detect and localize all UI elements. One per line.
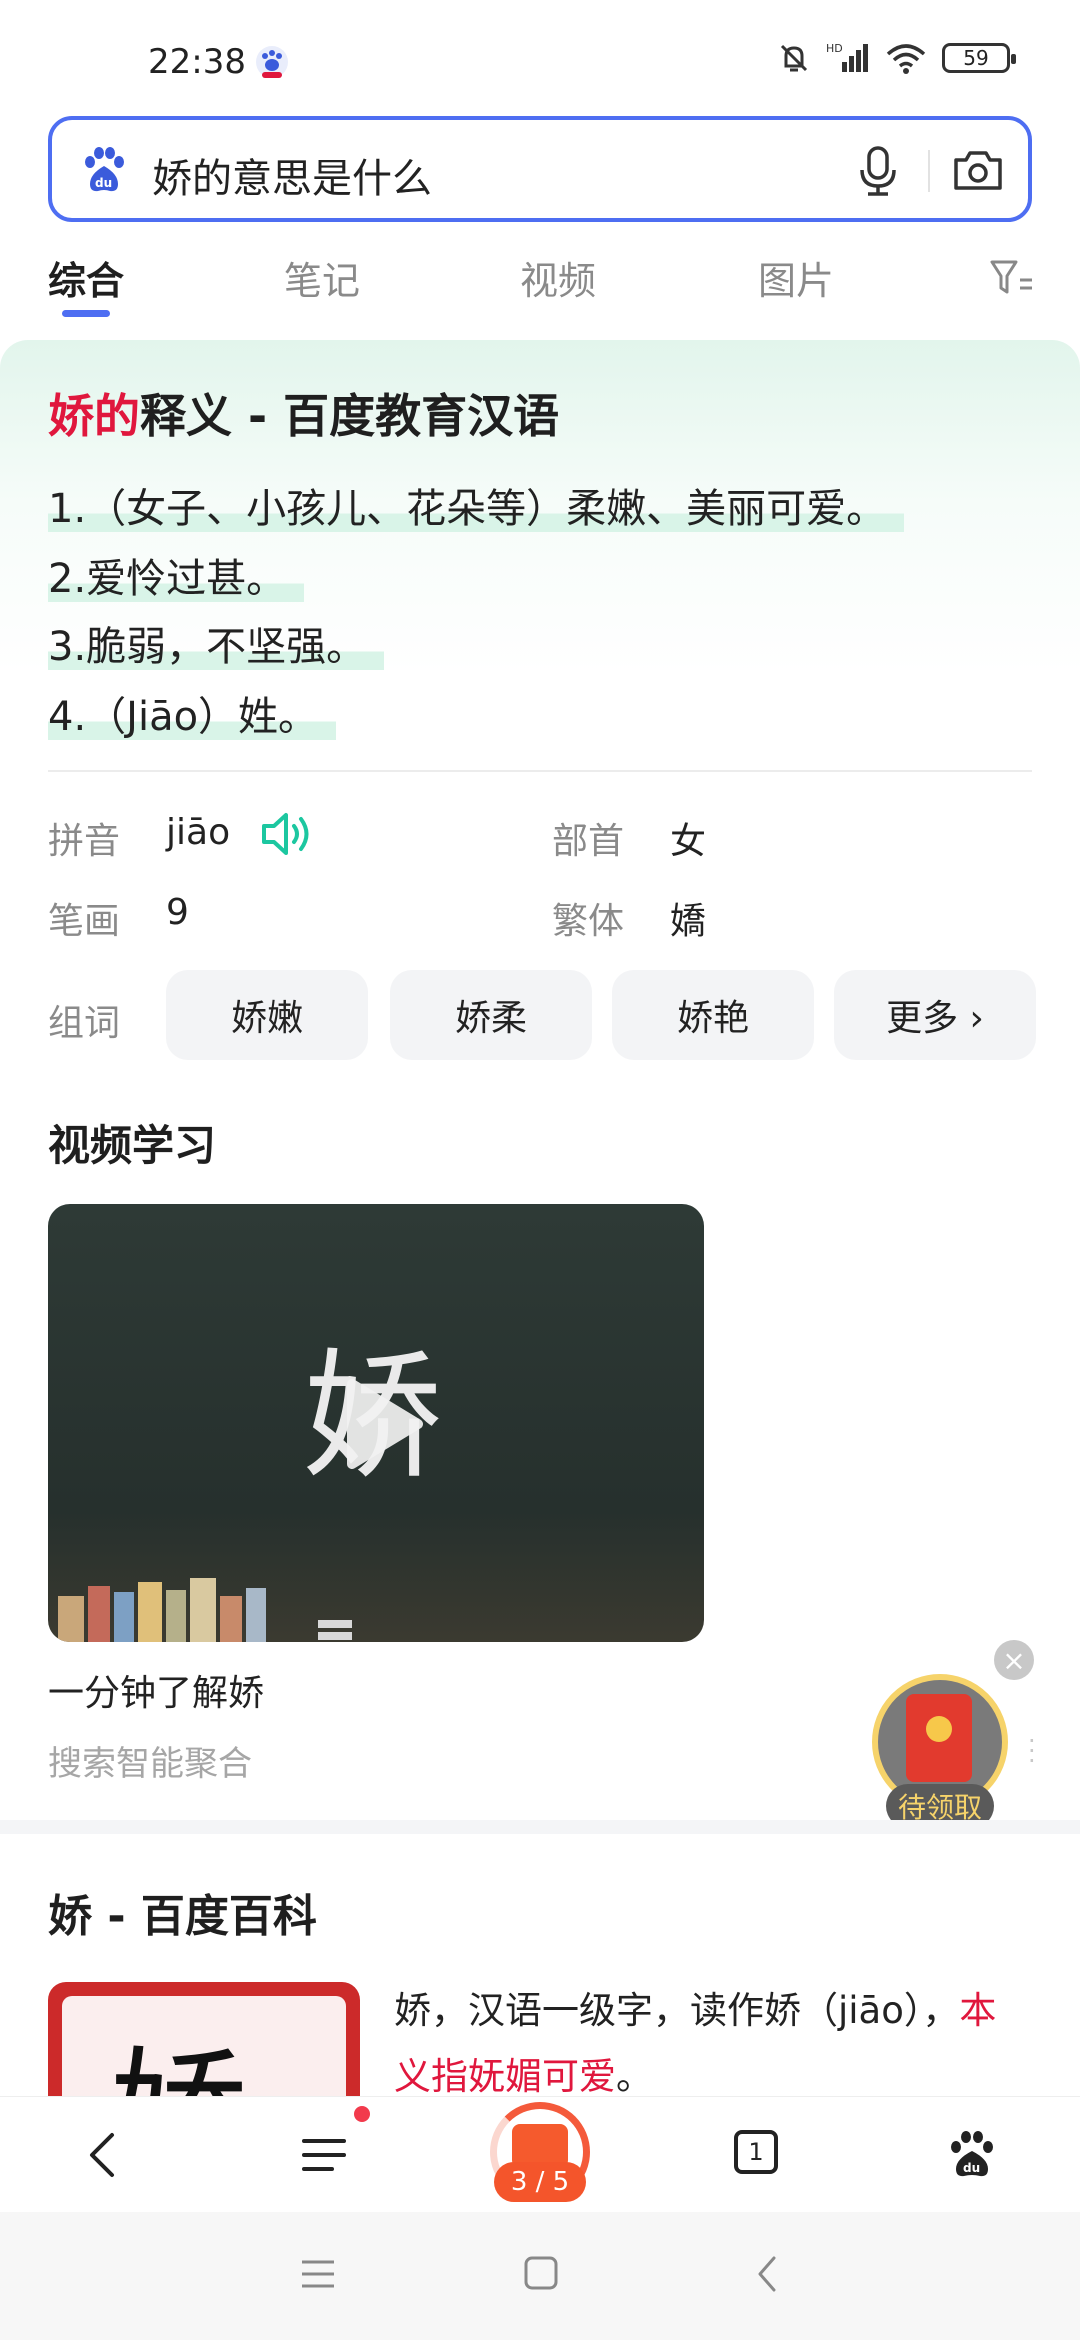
definition-line: 3.脆弱，不坚强。 bbox=[48, 614, 385, 672]
tab-notes[interactable]: 笔记 bbox=[284, 250, 360, 305]
word-chip[interactable]: 娇柔 bbox=[390, 970, 592, 1060]
baike-summary-line: 义指妩媚可爱。 bbox=[394, 2055, 653, 2098]
definition-title-source: 释义 - 百度教育汉语 bbox=[140, 389, 560, 443]
section-divider bbox=[0, 1820, 1080, 1834]
baidu-paw-icon: du bbox=[85, 147, 124, 192]
definition-divider bbox=[48, 770, 1032, 772]
more-words-button[interactable]: 更多 › bbox=[834, 970, 1036, 1060]
baike-summary-line: 娇，汉语一级字，读作娇（jiāo），本 bbox=[394, 1989, 997, 2032]
baike-image-character: 娇 bbox=[108, 2002, 248, 2102]
tab-images[interactable]: 图片 bbox=[758, 250, 834, 305]
svg-text:HD: HD bbox=[826, 42, 843, 55]
play-icon[interactable] bbox=[338, 1374, 428, 1474]
video-source: 搜索智能聚合 bbox=[48, 1744, 252, 1784]
search-tabs: 综合 笔记 视频 图片 bbox=[0, 240, 1080, 320]
wifi-icon bbox=[886, 44, 926, 74]
search-divider bbox=[928, 150, 930, 192]
radical-label: 部首 bbox=[552, 821, 625, 862]
pinyin-value: jiāo bbox=[166, 812, 231, 853]
close-icon[interactable]: × bbox=[994, 1640, 1034, 1680]
traditional-label: 繁体 bbox=[552, 901, 625, 942]
word-chip[interactable]: 娇嫩 bbox=[166, 970, 368, 1060]
search-box[interactable]: du 娇的意思是什么 bbox=[48, 116, 1032, 222]
svg-text:du: du bbox=[95, 176, 112, 190]
coin-icon bbox=[926, 1716, 952, 1742]
battery-indicator: 59 bbox=[942, 43, 1016, 73]
tabs-count-button[interactable]: 1 bbox=[734, 2130, 778, 2174]
books-decoration bbox=[58, 1578, 352, 1642]
status-icons: HD 59 bbox=[776, 40, 1016, 76]
strokes-label: 笔画 bbox=[48, 901, 121, 942]
status-time: 22:38 bbox=[148, 42, 246, 82]
definition-title-highlight: 娇的 bbox=[48, 389, 140, 443]
baidu-app-icon bbox=[256, 46, 288, 78]
tab-videos[interactable]: 视频 bbox=[520, 250, 596, 305]
task-progress-count: 3 / 5 bbox=[494, 2162, 586, 2202]
traditional-value: 嬌 bbox=[670, 901, 707, 942]
back-icon[interactable] bbox=[78, 2127, 134, 2183]
radical-value: 女 bbox=[670, 821, 707, 862]
words-label: 组词 bbox=[48, 1003, 121, 1044]
speaker-icon[interactable] bbox=[258, 806, 314, 862]
filter-icon[interactable] bbox=[990, 258, 1034, 298]
video-caption[interactable]: 一分钟了解娇 bbox=[48, 1664, 264, 1716]
search-query[interactable]: 娇的意思是什么 bbox=[152, 146, 432, 204]
pinyin-label: 拼音 bbox=[48, 821, 121, 862]
definition-line: 4.（Jiāo）姓。 bbox=[48, 684, 337, 742]
baike-image[interactable]: 娇 bbox=[48, 1982, 360, 2102]
system-nav-bar bbox=[0, 2212, 1080, 2340]
video-thumbnail[interactable]: 娇 bbox=[48, 1204, 704, 1642]
signal-icon: HD bbox=[826, 42, 868, 72]
mute-bell-icon bbox=[780, 44, 808, 72]
more-dots-icon[interactable]: · · · bbox=[1028, 1729, 1036, 1773]
home-icon[interactable] bbox=[522, 2254, 560, 2292]
battery-level: 59 bbox=[963, 46, 989, 70]
definition-title[interactable]: 娇的释义 - 百度教育汉语 bbox=[48, 380, 559, 446]
recent-apps-icon[interactable] bbox=[298, 2256, 338, 2292]
status-bar: 22:38 HD 59 bbox=[0, 0, 1080, 110]
word-chip[interactable]: 娇艳 bbox=[612, 970, 814, 1060]
microphone-icon[interactable] bbox=[848, 140, 908, 200]
notification-dot bbox=[354, 2106, 370, 2122]
back-nav-icon[interactable] bbox=[752, 2254, 782, 2294]
video-section-title: 视频学习 bbox=[48, 1121, 217, 1170]
baidu-home-icon[interactable]: du bbox=[944, 2127, 1000, 2183]
tab-indicator bbox=[62, 310, 110, 317]
definition-line: 2.爱怜过甚。 bbox=[48, 546, 305, 604]
strokes-value: 9 bbox=[166, 892, 189, 933]
definition-line: 1.（女子、小孩儿、花朵等）柔嫩、美丽可爱。 bbox=[48, 476, 905, 534]
menu-icon[interactable] bbox=[296, 2127, 352, 2183]
tab-all[interactable]: 综合 bbox=[48, 250, 124, 305]
svg-text:du: du bbox=[963, 2161, 980, 2175]
camera-icon[interactable] bbox=[948, 140, 1008, 200]
baike-title[interactable]: 娇 - 百度百科 bbox=[48, 1880, 317, 1944]
